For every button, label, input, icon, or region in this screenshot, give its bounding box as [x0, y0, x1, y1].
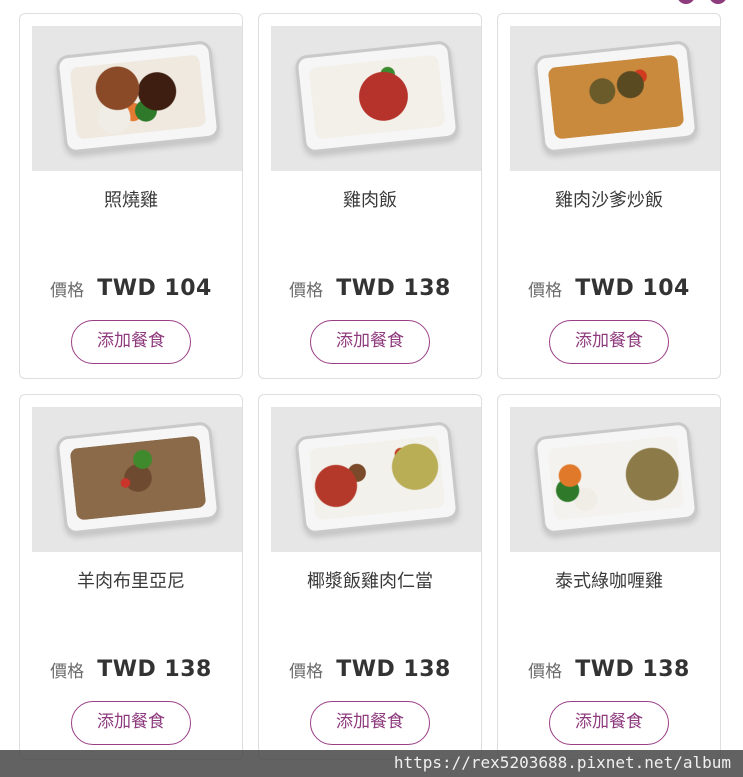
add-meal-button[interactable]: 添加餐食	[71, 701, 191, 745]
meal-card: 雞肉沙爹炒飯 價格 TWD 104 添加餐食	[497, 13, 721, 379]
brand-circle-icon	[677, 0, 695, 4]
meal-price: TWD 104	[575, 276, 690, 301]
price-label: 價格	[50, 662, 85, 682]
meal-photo	[510, 407, 720, 552]
meal-price: TWD 138	[97, 657, 212, 682]
meal-grid: 照燒雞 價格 TWD 104 添加餐食 雞肉飯 價格 TWD 138 添加餐食 …	[19, 13, 721, 760]
meal-card: 椰漿飯雞肉仁當 價格 TWD 138 添加餐食	[258, 394, 482, 760]
meal-price: TWD 138	[575, 657, 690, 682]
meal-price: TWD 138	[336, 657, 451, 682]
meal-photo	[271, 407, 481, 552]
add-meal-button[interactable]: 添加餐食	[71, 320, 191, 364]
meal-name: 雞肉沙爹炒飯	[555, 190, 663, 211]
price-label: 價格	[289, 662, 324, 682]
meal-photo	[32, 26, 242, 171]
meal-photo	[271, 26, 481, 171]
meal-price: TWD 104	[97, 276, 212, 301]
add-meal-button[interactable]: 添加餐食	[549, 320, 669, 364]
meal-card: 照燒雞 價格 TWD 104 添加餐食	[19, 13, 243, 379]
meal-price-row: 價格 TWD 104	[20, 276, 242, 301]
meal-name: 照燒雞	[104, 190, 158, 211]
meal-tray-image	[294, 40, 460, 154]
meal-tray-image	[533, 40, 699, 154]
price-label: 價格	[528, 281, 563, 301]
meal-card: 泰式綠咖喱雞 價格 TWD 138 添加餐食	[497, 394, 721, 760]
meal-name: 泰式綠咖喱雞	[555, 571, 663, 592]
meal-price: TWD 138	[336, 276, 451, 301]
meal-name: 椰漿飯雞肉仁當	[307, 571, 433, 592]
brand-circle-icon	[709, 0, 727, 4]
meal-photo	[510, 26, 720, 171]
meal-tray-image	[55, 421, 221, 535]
add-meal-button[interactable]: 添加餐食	[310, 701, 430, 745]
meal-price-row: 價格 TWD 138	[498, 657, 720, 682]
meal-price-row: 價格 TWD 138	[259, 657, 481, 682]
price-label: 價格	[528, 662, 563, 682]
add-meal-button[interactable]: 添加餐食	[310, 320, 430, 364]
meal-name: 羊肉布里亞尼	[77, 571, 185, 592]
meal-price-row: 價格 TWD 138	[20, 657, 242, 682]
price-label: 價格	[50, 281, 85, 301]
meal-card: 羊肉布里亞尼 價格 TWD 138 添加餐食	[19, 394, 243, 760]
meal-tray-image	[533, 421, 699, 535]
meal-tray-image	[294, 421, 460, 535]
meal-price-row: 價格 TWD 138	[259, 276, 481, 301]
meal-card: 雞肉飯 價格 TWD 138 添加餐食	[258, 13, 482, 379]
header-decoration	[677, 0, 737, 4]
meal-price-row: 價格 TWD 104	[498, 276, 720, 301]
meal-tray-image	[55, 40, 221, 154]
add-meal-button[interactable]: 添加餐食	[549, 701, 669, 745]
meal-name: 雞肉飯	[343, 190, 397, 211]
watermark-text: https://rex5203688.pixnet.net/album	[393, 753, 731, 772]
meal-photo	[32, 407, 242, 552]
watermark-bar: https://rex5203688.pixnet.net/album	[0, 750, 743, 777]
price-label: 價格	[289, 281, 324, 301]
